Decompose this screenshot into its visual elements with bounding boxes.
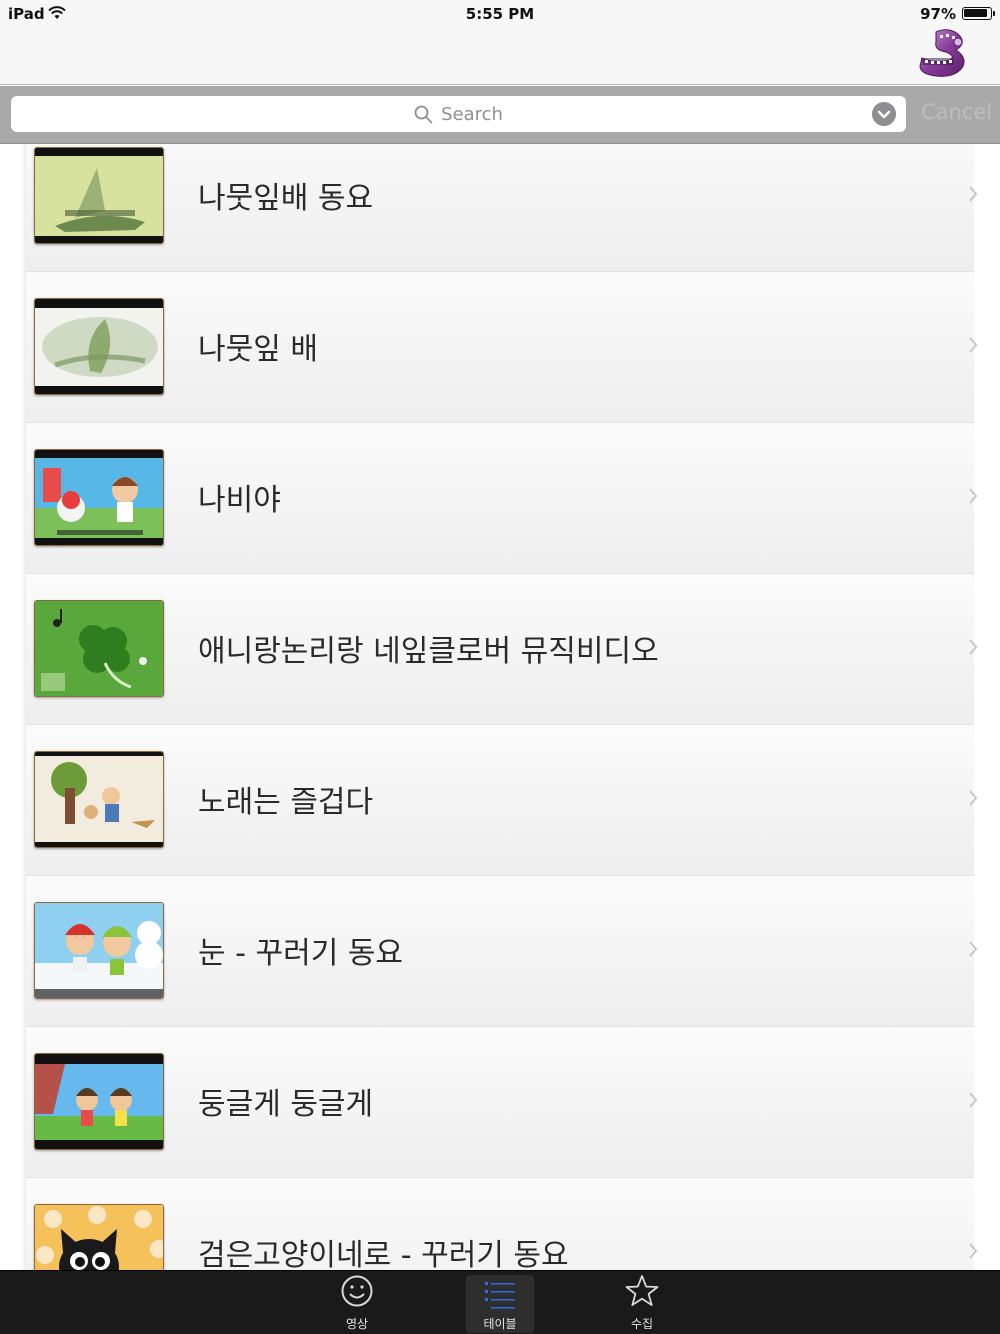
row-background — [26, 144, 974, 272]
battery-fill — [964, 9, 987, 17]
video-list-inner: 나뭇잎배 동요 나뭇잎 배 나비야 애니랑논리랑 네잎클로버 뮤직비디오 노래는… — [0, 144, 1000, 1270]
list-item[interactable]: 애니랑논리랑 네잎클로버 뮤직비디오 — [0, 574, 1000, 725]
video-thumbnail — [34, 1053, 164, 1150]
search-placeholder-wrap: Search — [11, 96, 906, 132]
video-thumbnail — [34, 1204, 164, 1270]
list-icon — [485, 1282, 515, 1309]
tab-label: 테이블 — [483, 1317, 517, 1331]
item-title: 눈 - 꾸러기 동요 — [198, 936, 404, 971]
item-title: 둥글게 둥글게 — [198, 1087, 374, 1122]
video-thumbnail — [34, 902, 164, 999]
row-background — [26, 272, 974, 423]
chevron-right-icon — [969, 1092, 978, 1108]
battery-percent: 97% — [920, 5, 956, 23]
chevron-right-icon — [969, 790, 978, 806]
cancel-button[interactable]: Cancel — [921, 100, 992, 124]
search-input[interactable]: Search — [11, 96, 906, 132]
row-background — [26, 725, 974, 876]
battery-icon — [962, 7, 995, 20]
tab-collection[interactable]: 수집 — [608, 1271, 676, 1334]
item-title: 노래는 즐겁다 — [198, 785, 374, 820]
list-item[interactable]: 노래는 즐겁다 — [0, 725, 1000, 876]
row-background — [26, 1027, 974, 1178]
tab-table[interactable]: 테이블 — [466, 1275, 534, 1333]
chevron-right-icon — [969, 488, 978, 504]
tab-bar: 영상 테이블 수집 — [0, 1270, 1000, 1334]
search-placeholder: Search — [441, 103, 503, 125]
video-thumbnail — [34, 751, 164, 848]
tab-label: 영상 — [345, 1317, 369, 1331]
chevron-right-icon — [969, 1243, 978, 1259]
tab-video[interactable]: 영상 — [323, 1271, 391, 1334]
list-item[interactable]: 나뭇잎 배 — [0, 272, 1000, 423]
chevron-right-icon — [969, 639, 978, 655]
chevron-right-icon — [969, 186, 978, 202]
star-icon — [625, 1275, 659, 1306]
video-thumbnail — [34, 147, 164, 244]
list-item[interactable]: 나뭇잎배 동요 — [0, 144, 1000, 272]
item-title: 애니랑논리랑 네잎클로버 뮤직비디오 — [198, 634, 659, 669]
video-thumbnail — [34, 298, 164, 395]
item-title: 나뭇잎 배 — [198, 332, 318, 367]
list-item[interactable]: 눈 - 꾸러기 동요 — [0, 876, 1000, 1027]
search-bar: Search Cancel — [0, 86, 1000, 144]
chevron-down-icon[interactable] — [872, 102, 896, 126]
item-title: 나비야 — [198, 483, 281, 518]
row-background — [26, 423, 974, 574]
status-time: 5:55 PM — [465, 5, 535, 23]
status-bar: iPad 5:55 PM 97% — [0, 0, 1000, 28]
tab-label: 수집 — [630, 1317, 654, 1331]
video-thumbnail — [34, 449, 164, 546]
video-list: 나뭇잎배 동요 나뭇잎 배 나비야 애니랑논리랑 네잎클로버 뮤직비디오 노래는… — [0, 144, 1000, 1270]
video-thumbnail — [34, 600, 164, 697]
navigation-bar — [0, 28, 1000, 85]
item-title: 나뭇잎배 동요 — [198, 181, 374, 216]
list-item[interactable]: 검은고양이네로 - 꾸러기 동요 — [0, 1178, 1000, 1270]
chevron-right-icon — [969, 337, 978, 353]
film-reel-icon[interactable] — [916, 28, 972, 82]
item-title: 검은고양이네로 - 꾸러기 동요 — [198, 1238, 569, 1270]
search-icon — [414, 105, 433, 123]
list-item[interactable]: 나비야 — [0, 423, 1000, 574]
list-item[interactable]: 둥글게 둥글게 — [0, 1027, 1000, 1178]
row-background — [26, 876, 974, 1027]
smiley-icon — [341, 1275, 373, 1307]
chevron-right-icon — [969, 941, 978, 957]
